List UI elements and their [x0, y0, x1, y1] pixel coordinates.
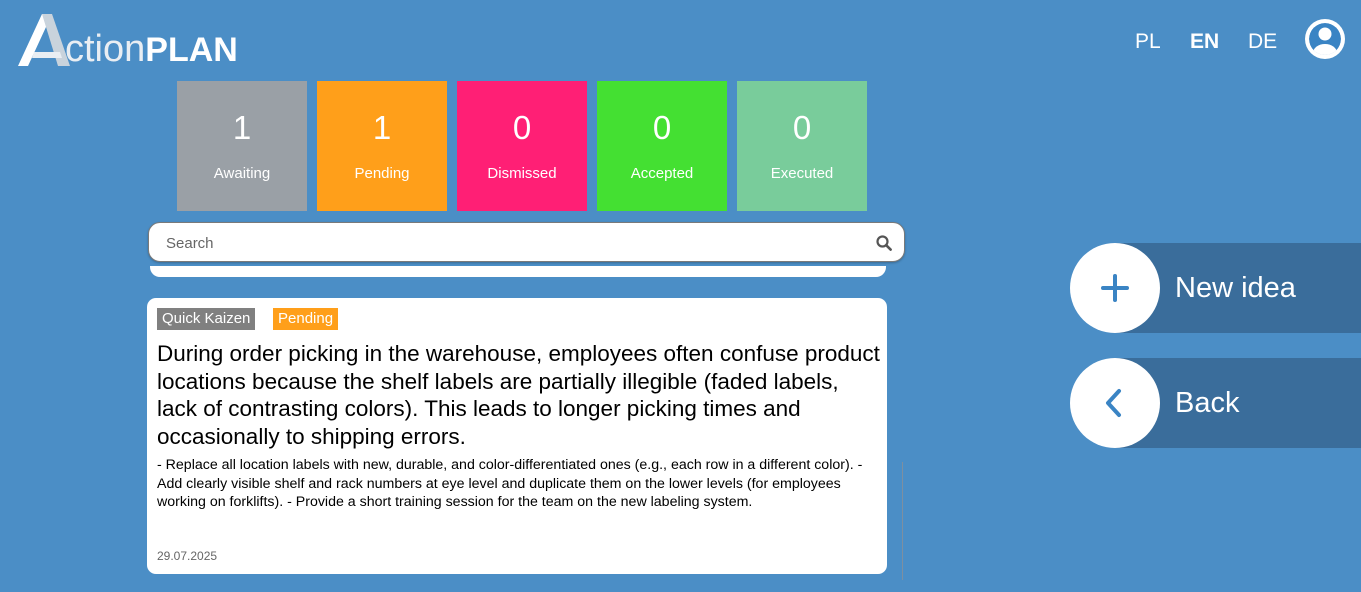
status-tile-dismissed[interactable]: 0 Dismissed: [457, 81, 587, 211]
app-logo[interactable]: ctionPLAN: [18, 14, 238, 70]
back-button[interactable]: Back: [1070, 358, 1361, 448]
back-label: Back: [1175, 387, 1240, 419]
new-idea-button[interactable]: New idea: [1070, 243, 1361, 333]
search-input[interactable]: [164, 231, 858, 255]
language-en[interactable]: EN: [1190, 30, 1219, 54]
plus-icon: [1101, 274, 1129, 302]
logo-wordmark-part2: PLAN: [145, 31, 238, 69]
status-badge: Pending: [273, 308, 339, 330]
tile-count: 1: [372, 109, 392, 146]
user-circle-icon[interactable]: [1305, 19, 1345, 59]
new-idea-circle: [1070, 243, 1160, 333]
tile-count: 0: [652, 109, 672, 146]
status-tile-accepted[interactable]: 0 Accepted: [597, 81, 727, 211]
tile-label: Awaiting: [213, 165, 271, 182]
tile-label: Pending: [354, 165, 410, 182]
status-tile-executed[interactable]: 0 Executed: [737, 81, 867, 211]
status-tile-awaiting[interactable]: 1 Awaiting: [177, 81, 307, 211]
tile-label: Dismissed: [487, 165, 557, 182]
new-idea-label: New idea: [1175, 272, 1296, 304]
tile-count: 1: [232, 109, 252, 146]
tile-label: Accepted: [630, 165, 694, 182]
logo-wordmark: ctionPLAN: [65, 28, 238, 71]
list-scrollbar[interactable]: [902, 462, 903, 580]
chevron-left-icon: [1106, 389, 1121, 417]
search-icon[interactable]: [876, 235, 892, 251]
idea-description: - Replace all location labels with new, …: [157, 457, 863, 510]
idea-date: 29.07.2025: [157, 549, 218, 563]
language-de[interactable]: DE: [1248, 30, 1277, 54]
tile-label: Executed: [770, 165, 834, 182]
idea-card[interactable]: Quick Kaizen Pending During order pickin…: [147, 298, 887, 574]
category-badge: Quick Kaizen: [157, 308, 256, 330]
idea-title: During order picking in the warehouse, e…: [157, 341, 880, 449]
back-circle: [1070, 358, 1160, 448]
tile-count: 0: [512, 109, 532, 146]
tile-count: 0: [792, 109, 812, 146]
logo-wordmark-part1: ction: [65, 28, 146, 70]
language-pl[interactable]: PL: [1135, 30, 1161, 54]
status-tile-pending[interactable]: 1 Pending: [317, 81, 447, 211]
previous-card-edge: [150, 266, 886, 277]
search-box: [148, 222, 905, 262]
